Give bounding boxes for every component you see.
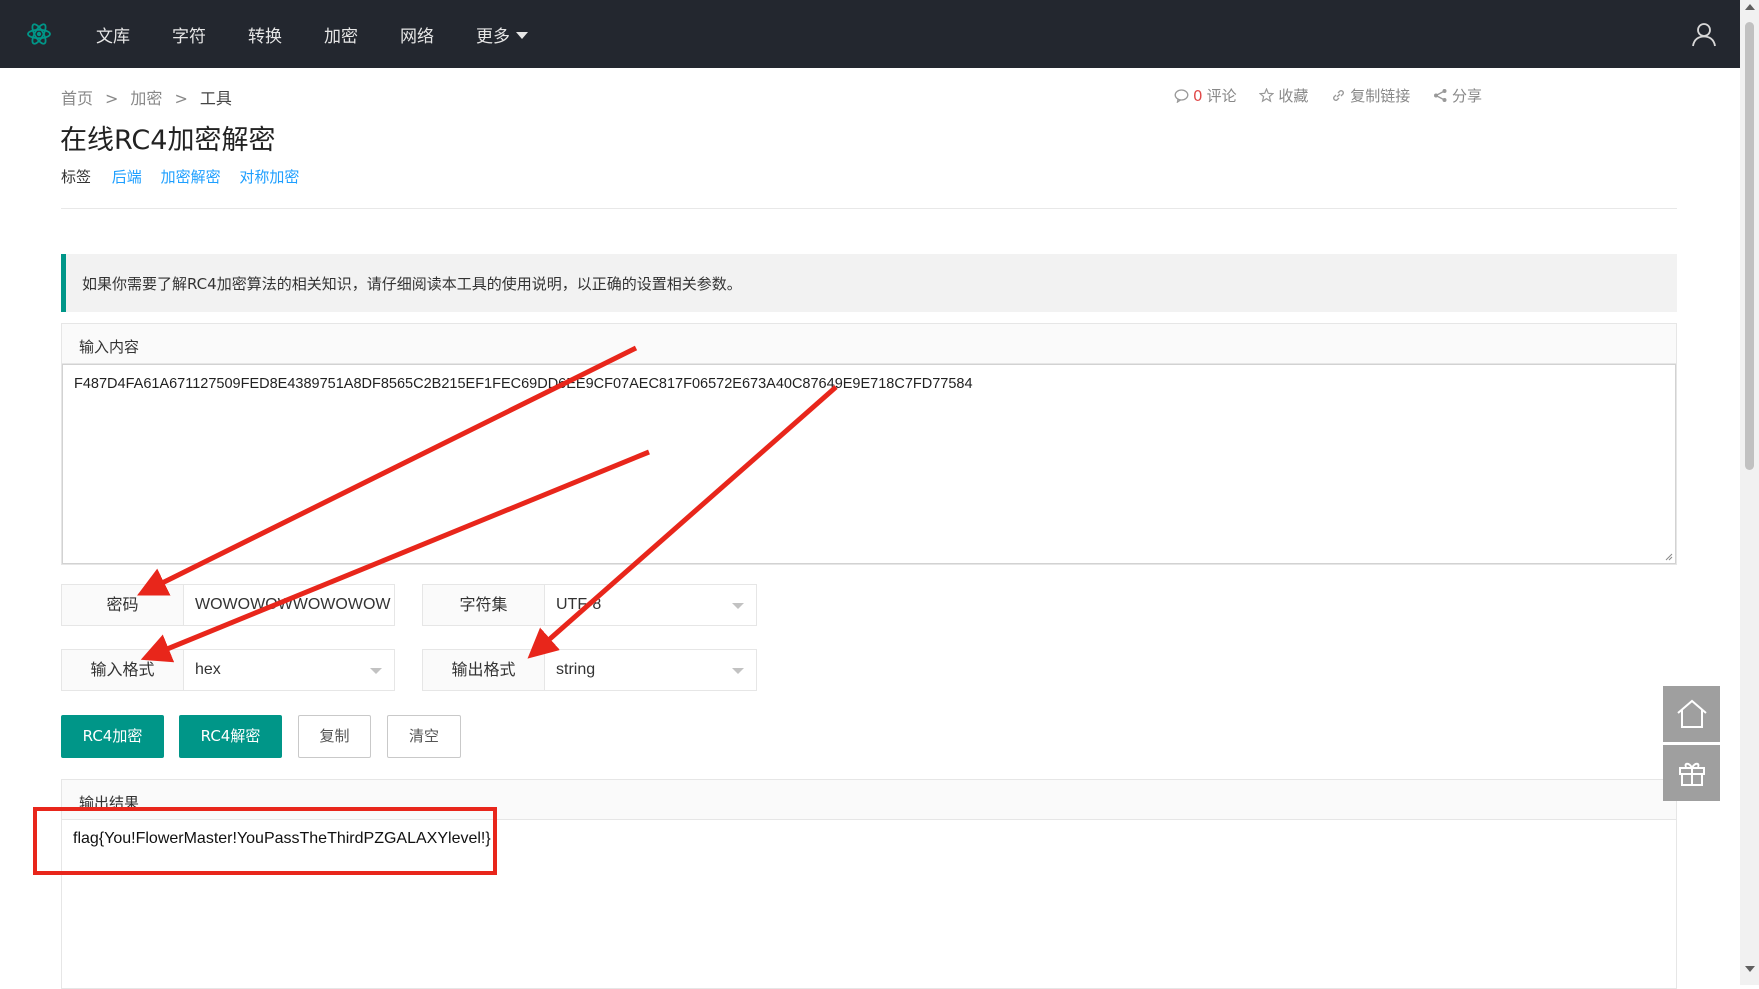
input-format-select[interactable]: hex bbox=[184, 650, 394, 690]
input-format-field: 输入格式 hex bbox=[61, 649, 395, 691]
tag-list: 标签 后端 加密解密 对称加密 bbox=[61, 166, 313, 187]
charset-selected-value: UTF-8 bbox=[556, 596, 602, 613]
comment-icon bbox=[1174, 89, 1189, 103]
output-format-selected-value: string bbox=[556, 661, 596, 678]
comment-label: 评论 bbox=[1206, 87, 1237, 105]
input-textarea-value: F487D4FA61A671127509FED8E4389751A8DF8565… bbox=[74, 376, 973, 392]
input-panel-header: 输入内容 bbox=[62, 324, 1676, 364]
input-panel: 输入内容 F487D4FA61A671127509FED8E4389751A8D… bbox=[61, 323, 1677, 565]
home-icon bbox=[1676, 699, 1707, 728]
caret-down-icon bbox=[516, 32, 528, 39]
dropdown-caret-icon bbox=[732, 603, 744, 609]
gift-icon bbox=[1678, 762, 1705, 786]
tag-encryption[interactable]: 加密解密 bbox=[161, 168, 221, 186]
resize-grip-icon[interactable] bbox=[1663, 551, 1673, 561]
input-format-selected-value: hex bbox=[195, 661, 221, 678]
charset-select[interactable]: UTF-8 bbox=[545, 585, 756, 625]
comment-count: 0 bbox=[1193, 86, 1203, 105]
nav-item-network[interactable]: 网络 bbox=[400, 22, 434, 47]
page-scrollbar[interactable] bbox=[1740, 0, 1759, 985]
rc4-encrypt-button[interactable]: RC4加密 bbox=[61, 715, 164, 758]
divider bbox=[61, 208, 1677, 209]
nav-item-characters[interactable]: 字符 bbox=[172, 22, 206, 47]
tag-backend[interactable]: 后端 bbox=[112, 168, 142, 186]
user-icon[interactable] bbox=[1690, 20, 1718, 48]
password-field: 密码 WOWOWOWWOWOWOW bbox=[61, 584, 395, 626]
comment-button[interactable]: 0 评论 bbox=[1174, 85, 1237, 106]
page-title: 在线RC4加密解密 bbox=[60, 125, 276, 156]
notice-text: 如果你需要了解RC4加密算法的相关知识，请仔细阅读本工具的使用说明，以正确的设置… bbox=[82, 275, 742, 293]
rc4-decrypt-button[interactable]: RC4解密 bbox=[179, 715, 282, 758]
charset-field: 字符集 UTF-8 bbox=[422, 584, 757, 626]
top-navbar: 文库 字符 转换 加密 网络 更多 bbox=[0, 0, 1740, 68]
home-float-button[interactable] bbox=[1663, 686, 1720, 742]
charset-label: 字符集 bbox=[423, 585, 545, 625]
nav-more-label: 更多 bbox=[476, 27, 510, 47]
copy-button[interactable]: 复制 bbox=[298, 715, 371, 758]
nav-item-library[interactable]: 文库 bbox=[96, 22, 130, 47]
input-format-label: 输入格式 bbox=[62, 650, 184, 690]
output-format-label: 输出格式 bbox=[423, 650, 545, 690]
tag-symmetric-encryption[interactable]: 对称加密 bbox=[239, 168, 299, 186]
breadcrumb: 首页 > 加密 > 工具 bbox=[61, 85, 240, 109]
breadcrumb-section[interactable]: 加密 bbox=[130, 89, 162, 108]
breadcrumb-separator: > bbox=[105, 89, 119, 108]
scroll-up-arrow-icon[interactable] bbox=[1745, 4, 1755, 10]
output-format-select[interactable]: string bbox=[545, 650, 756, 690]
password-input[interactable]: WOWOWOWWOWOWOW bbox=[184, 585, 394, 625]
notice-box: 如果你需要了解RC4加密算法的相关知识，请仔细阅读本工具的使用说明，以正确的设置… bbox=[61, 254, 1677, 312]
dropdown-caret-icon bbox=[732, 668, 744, 674]
input-textarea[interactable]: F487D4FA61A671127509FED8E4389751A8DF8565… bbox=[62, 364, 1676, 564]
atom-logo-icon[interactable] bbox=[26, 21, 52, 47]
output-panel-header: 输出结果 bbox=[62, 780, 1676, 820]
link-icon bbox=[1333, 90, 1345, 101]
output-panel: 输出结果 flag{You!FlowerMaster!YouPassTheThi… bbox=[61, 779, 1677, 989]
page-actions: 0 评论 收藏 复制链接 分享 bbox=[1156, 85, 1482, 107]
scroll-down-arrow-icon[interactable] bbox=[1745, 966, 1755, 972]
clear-button[interactable]: 清空 bbox=[387, 715, 461, 758]
nav-item-convert[interactable]: 转换 bbox=[248, 22, 282, 47]
favorite-button[interactable]: 收藏 bbox=[1259, 85, 1308, 106]
dropdown-caret-icon bbox=[370, 668, 382, 674]
breadcrumb-separator: > bbox=[174, 89, 188, 108]
password-label: 密码 bbox=[62, 585, 184, 625]
nav-item-encrypt[interactable]: 加密 bbox=[324, 22, 358, 47]
share-label: 分享 bbox=[1451, 87, 1482, 105]
output-format-field: 输出格式 string bbox=[422, 649, 757, 691]
nav-item-more[interactable]: 更多 bbox=[476, 22, 528, 47]
breadcrumb-current: 工具 bbox=[199, 89, 232, 108]
scrollbar-thumb[interactable] bbox=[1745, 22, 1754, 470]
share-button[interactable]: 分享 bbox=[1433, 85, 1482, 106]
copy-link-button[interactable]: 复制链接 bbox=[1331, 85, 1410, 106]
output-result-text[interactable]: flag{You!FlowerMaster!YouPassTheThirdPZG… bbox=[62, 820, 1676, 858]
star-icon bbox=[1259, 88, 1275, 103]
gift-float-button[interactable] bbox=[1663, 745, 1720, 801]
share-icon bbox=[1433, 89, 1447, 102]
copy-link-label: 复制链接 bbox=[1350, 87, 1411, 105]
tags-label: 标签 bbox=[61, 168, 92, 186]
favorite-label: 收藏 bbox=[1278, 87, 1309, 105]
breadcrumb-home[interactable]: 首页 bbox=[61, 89, 93, 108]
